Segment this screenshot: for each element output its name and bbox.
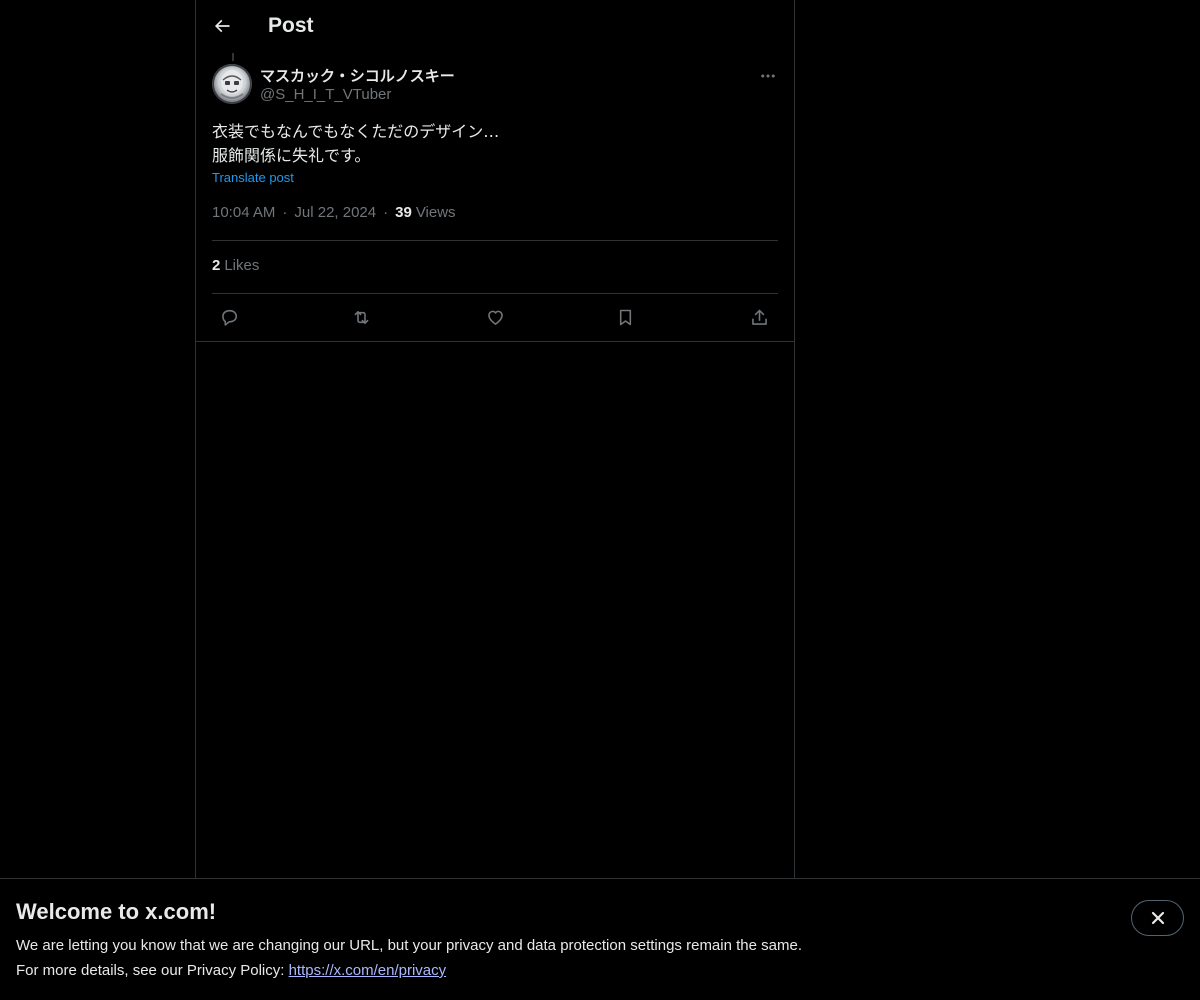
- repost-button[interactable]: [344, 300, 378, 334]
- banner-title: Welcome to x.com!: [16, 899, 217, 924]
- share-button[interactable]: [742, 300, 776, 334]
- views-label: Views: [415, 204, 456, 221]
- page-title: Post: [268, 14, 314, 37]
- arrow-left-icon: [214, 19, 230, 33]
- top-bar: Post: [196, 0, 794, 53]
- close-icon: [1151, 911, 1164, 925]
- primary-column: Post マスカック・シコルノスキー @S_H_I_T_VTuber 衣装でもな…: [195, 0, 795, 1000]
- views-count: 39: [395, 204, 412, 221]
- share-icon: [751, 309, 767, 325]
- post-date[interactable]: Jul 22, 2024: [294, 204, 376, 221]
- banner-privacy-line: For more details, see our Privacy Policy…: [16, 962, 446, 979]
- likes-count: 2: [212, 257, 221, 274]
- reply-button[interactable]: [212, 300, 246, 334]
- avatar-image: [212, 64, 252, 104]
- divider: [212, 240, 778, 241]
- divider: [212, 293, 778, 294]
- repost-icon: [354, 310, 368, 324]
- post-time[interactable]: 10:04 AM: [212, 204, 275, 221]
- bookmark-button[interactable]: [608, 300, 642, 334]
- welcome-banner: Welcome to x.com! We are letting you kno…: [0, 878, 1200, 1000]
- post-text: 衣装でもなんでもなくただのデザイン… 服飾関係に失礼です。: [212, 120, 778, 168]
- divider: [196, 341, 794, 342]
- heart-icon: [487, 310, 503, 325]
- bookmark-icon: [619, 309, 631, 325]
- likes-summary[interactable]: 2 Likes: [212, 257, 259, 274]
- separator-dot: ·: [282, 204, 288, 221]
- avatar[interactable]: [212, 64, 252, 104]
- close-banner-button[interactable]: [1131, 900, 1184, 936]
- post-text-line: 服飾関係に失礼です。: [212, 146, 371, 165]
- post-text-line: 衣装でもなんでもなくただのデザイン…: [212, 122, 500, 141]
- likes-label: Likes: [224, 257, 260, 274]
- post-metadata: 10:04 AM · Jul 22, 2024 · 39 Views: [212, 204, 456, 221]
- ellipsis-icon: [761, 74, 775, 78]
- author-handle[interactable]: @S_H_I_T_VTuber: [260, 86, 391, 103]
- banner-privacy-prefix: For more details, see our Privacy Policy…: [16, 962, 289, 979]
- banner-message: We are letting you know that we are chan…: [16, 937, 802, 954]
- like-button[interactable]: [478, 300, 512, 334]
- back-button[interactable]: [204, 8, 240, 44]
- author-name[interactable]: マスカック・シコルノスキー: [260, 65, 455, 86]
- separator-dot: ·: [383, 204, 389, 221]
- more-options-button[interactable]: [752, 60, 784, 92]
- reply-icon: [221, 309, 237, 326]
- translate-post-link[interactable]: Translate post: [212, 170, 294, 185]
- action-bar: [212, 300, 778, 334]
- privacy-policy-link[interactable]: https://x.com/en/privacy: [289, 962, 447, 979]
- thread-connector: [232, 53, 234, 61]
